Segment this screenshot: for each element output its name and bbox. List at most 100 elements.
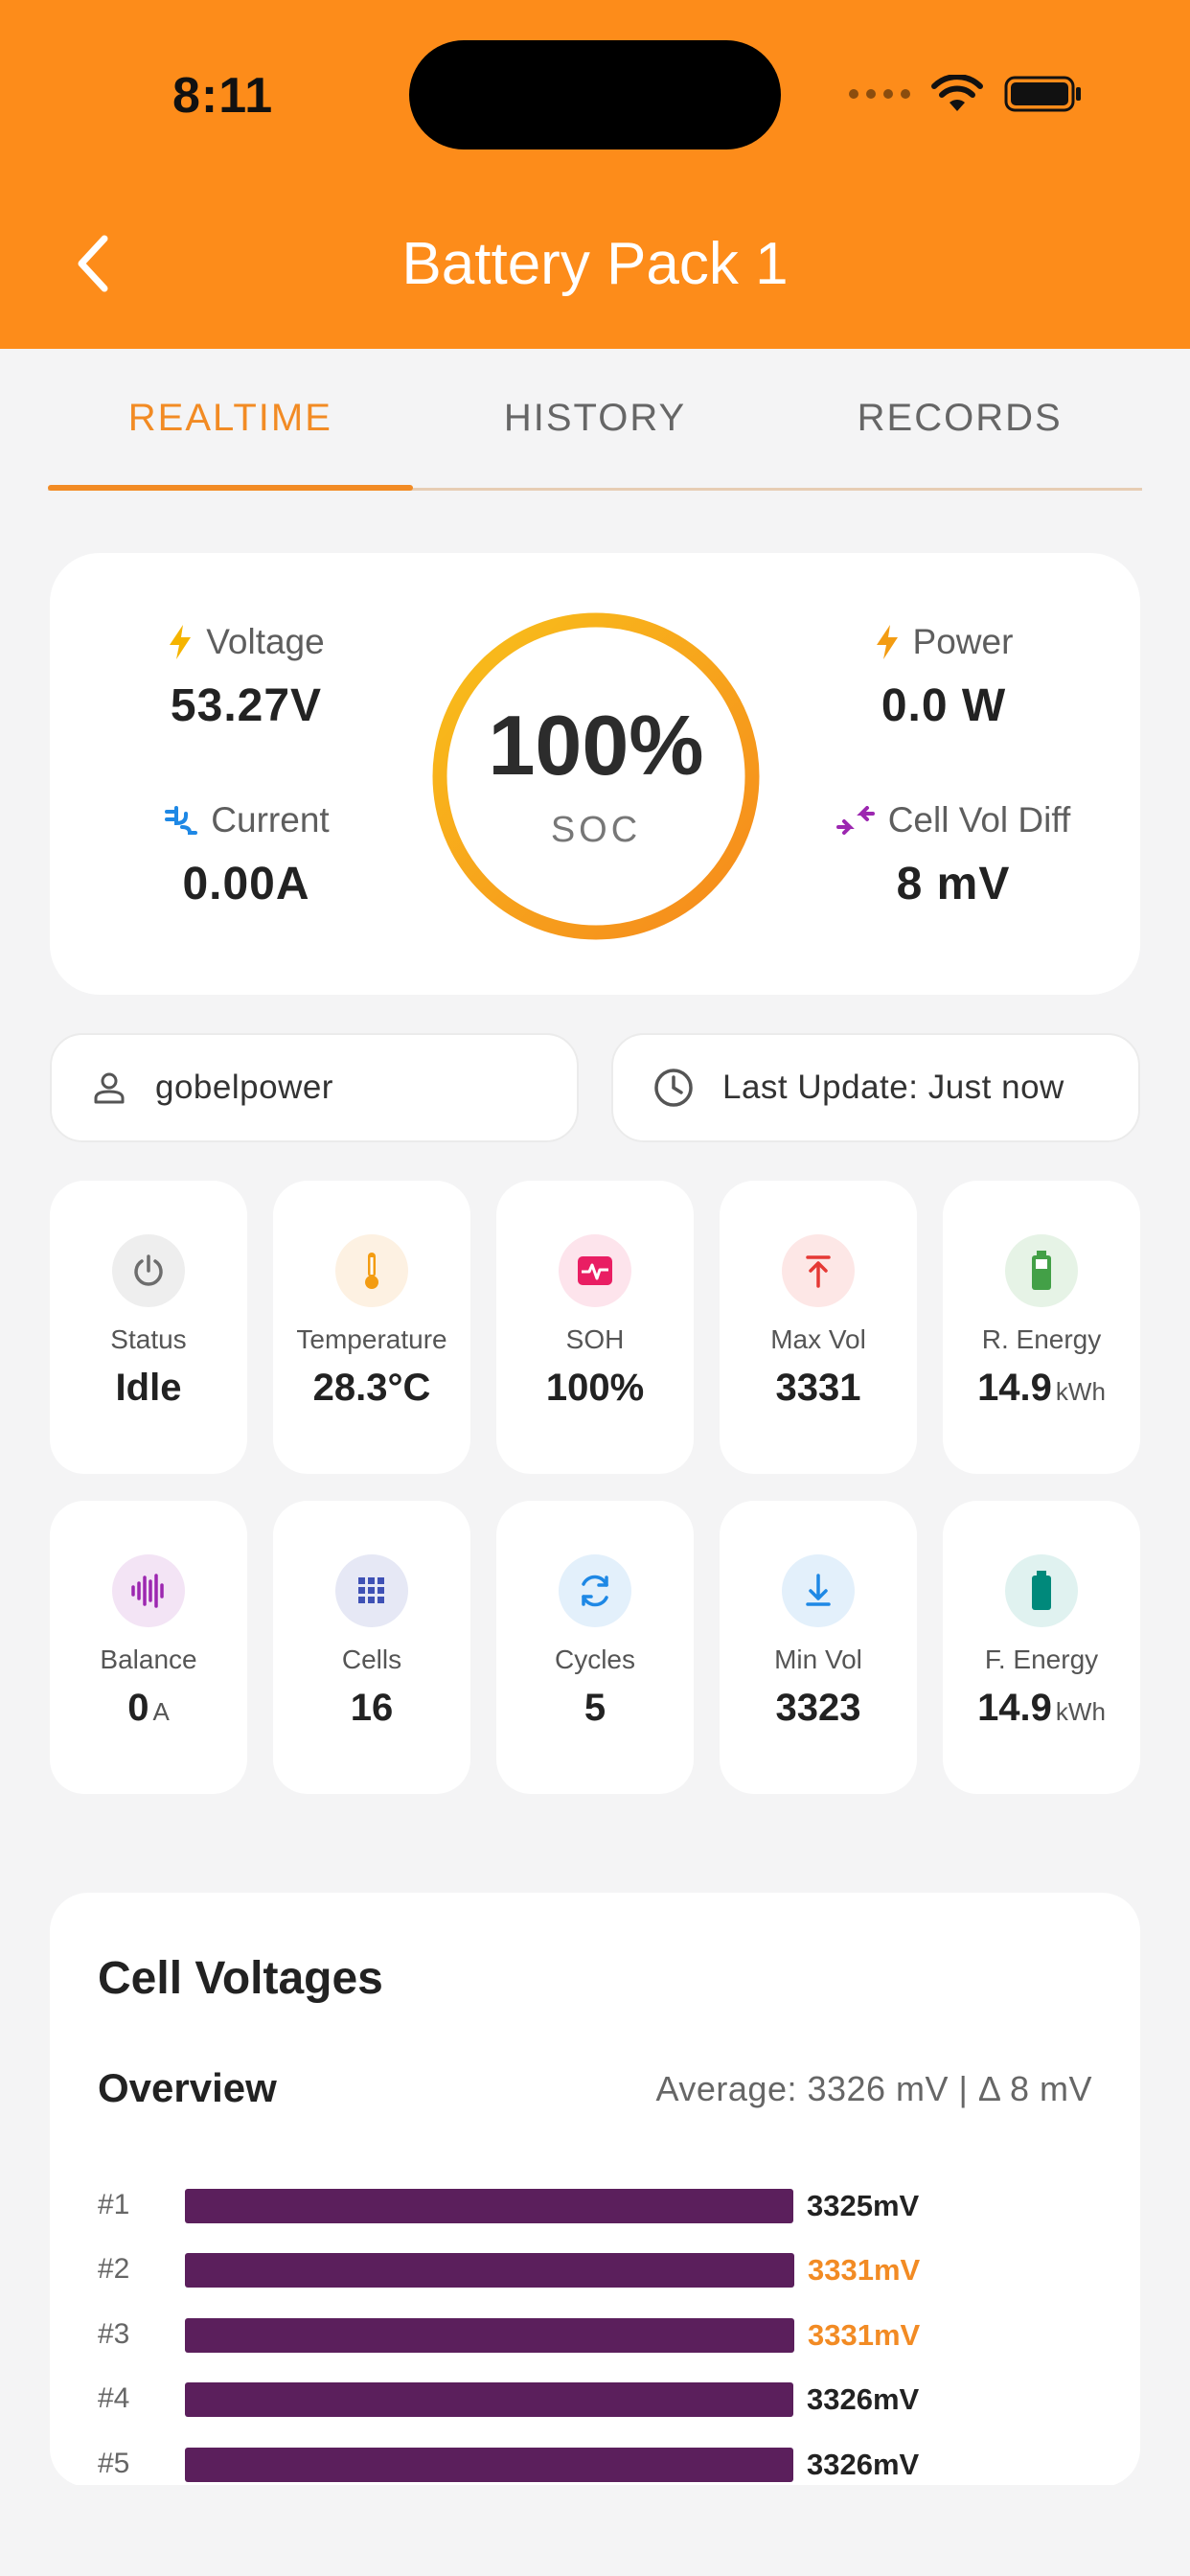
tile-cycles[interactable]: Cycles 5 (496, 1501, 694, 1794)
summary-card: Voltage 53.27V Current 0.00A 100% SOC Po… (50, 553, 1140, 995)
sync-icon (559, 1554, 631, 1627)
tile-value-row: 16 (273, 1687, 470, 1730)
cell-voltage-value: 3325mV (807, 2189, 920, 2222)
cell-vol-diff-label: Cell Vol Diff (887, 800, 1071, 840)
bolt-icon (170, 625, 192, 659)
tile-value: Idle (115, 1367, 182, 1409)
person-icon (94, 1072, 125, 1104)
status-time: 8:11 (172, 68, 274, 124)
soc-label: SOC (550, 810, 642, 850)
tile-label: Cycles (554, 1644, 635, 1674)
tile-label: R. Energy (981, 1324, 1102, 1354)
tile-label: Min Vol (774, 1644, 862, 1674)
tile-status[interactable]: Status Idle (50, 1181, 247, 1474)
battery-full-icon (1005, 1554, 1078, 1627)
overview-title: Overview (98, 2065, 277, 2110)
tile-f-energy[interactable]: F. Energy 14.9 kWh (943, 1501, 1140, 1794)
cell-voltages-title: Cell Voltages (98, 1953, 383, 2004)
battery-status-icon (1004, 76, 1081, 112)
dynamic-island (409, 40, 781, 150)
current-value: 0.00A (182, 859, 310, 909)
cell-voltages-card: Cell Voltages Overview Average: 3326 mV … (50, 1893, 1140, 2487)
tile-value: 14.9 (977, 1367, 1052, 1409)
cell-voltage-bar (185, 2189, 793, 2223)
tile-value-row: 100% (496, 1367, 694, 1410)
tile-value-row: 5 (496, 1687, 694, 1730)
soc-value: 100% (488, 698, 704, 793)
battery-icon (1005, 1234, 1078, 1307)
cell-row: #4 3326mV (98, 2380, 1056, 2419)
cell-number: #2 (98, 2253, 130, 2285)
cell-voltage-value: 3331mV (808, 2318, 921, 2352)
tile-value: 0 (127, 1687, 149, 1729)
tile-label: Cells (341, 1644, 402, 1674)
cell-number: #5 (98, 2448, 130, 2479)
user-pill: gobelpower (50, 1033, 579, 1142)
tile-unit: kWh (1055, 1697, 1106, 1726)
cell-voltage-bar (185, 2448, 793, 2482)
tile-value-row: 14.9 kWh (943, 1687, 1140, 1730)
tile-unit: A (152, 1697, 170, 1726)
tile-balance[interactable]: Balance 0 A (50, 1501, 247, 1794)
tile-value: 28.3°C (312, 1367, 431, 1409)
compress-arrows-icon (835, 806, 875, 835)
cell-row: #3 3331mV (98, 2316, 1056, 2355)
plug-icon (165, 806, 198, 835)
tile-label: Status (110, 1324, 187, 1354)
cell-row: #1 3325mV (98, 2187, 1056, 2225)
voltage-label: Voltage (206, 622, 325, 661)
cell-number: #1 (98, 2189, 130, 2220)
voltage-value: 53.27V (170, 680, 323, 731)
tile-soh[interactable]: SOH 100% (496, 1181, 694, 1474)
tab-records[interactable]: RECORDS (777, 383, 1142, 488)
current-metric: Current 0.00A (93, 800, 400, 910)
tab-realtime[interactable]: REALTIME (48, 383, 413, 491)
tile-value-row: 28.3°C (273, 1367, 470, 1410)
cell-voltage-bar (185, 2318, 794, 2353)
tile-r-energy[interactable]: R. Energy 14.9 kWh (943, 1181, 1140, 1474)
overview-summary: Average: 3326 mV | Δ 8 mV (655, 2069, 1092, 2108)
tile-temperature[interactable]: Temperature 28.3°C (273, 1181, 470, 1474)
cell-row: #5 3326mV (98, 2446, 1056, 2484)
current-label: Current (211, 800, 330, 840)
clock-icon (654, 1069, 693, 1107)
tile-label: Max Vol (770, 1324, 866, 1354)
cell-vol-diff-metric: Cell Vol Diff 8 mV (790, 800, 1116, 910)
tab-bar: REALTIME HISTORY RECORDS (48, 383, 1142, 491)
bottom-area (0, 2485, 1190, 2576)
tile-cells[interactable]: Cells 16 (273, 1501, 470, 1794)
heart-monitor-icon (559, 1234, 631, 1307)
tile-min-vol[interactable]: Min Vol 3323 (720, 1501, 917, 1794)
tile-max-vol[interactable]: Max Vol 3331 (720, 1181, 917, 1474)
power-metric: Power 0.0 W (790, 622, 1097, 732)
tile-value-row: 14.9 kWh (943, 1367, 1140, 1410)
tile-label: Balance (100, 1644, 197, 1674)
tile-value-row: 0A (50, 1687, 247, 1730)
power-icon (112, 1234, 185, 1307)
arrow-down-icon (782, 1554, 855, 1627)
tile-value-row: Idle (50, 1367, 247, 1410)
tab-history[interactable]: HISTORY (413, 383, 778, 488)
tile-unit: kWh (1055, 1377, 1106, 1406)
arrow-up-icon (782, 1234, 855, 1307)
app-header: 8:11 Battery Pack 1 (0, 0, 1190, 349)
cell-row: #2 3331mV (98, 2251, 1056, 2289)
tile-value-row: 3323 (720, 1687, 917, 1730)
page-title: Battery Pack 1 (401, 231, 789, 297)
cell-vol-diff-value: 8 mV (896, 859, 1011, 909)
power-label: Power (912, 622, 1014, 661)
cell-voltage-value: 3326mV (807, 2382, 920, 2416)
tile-value: 16 (350, 1687, 394, 1729)
soc-gauge: 100% SOC (428, 609, 764, 944)
voltage-metric: Voltage 53.27V (93, 622, 400, 732)
tile-value: 3323 (775, 1687, 861, 1729)
tile-value-row: 3331 (720, 1367, 917, 1410)
cell-voltage-bar (185, 2382, 793, 2417)
cell-number: #3 (98, 2318, 130, 2350)
power-value: 0.0 W (881, 680, 1007, 731)
tile-value: 14.9 (977, 1687, 1052, 1729)
tile-value: 5 (584, 1687, 606, 1729)
bolt-icon (876, 625, 898, 659)
last-update-pill: Last Update: Just now (611, 1033, 1140, 1142)
status-icons (849, 75, 1083, 113)
